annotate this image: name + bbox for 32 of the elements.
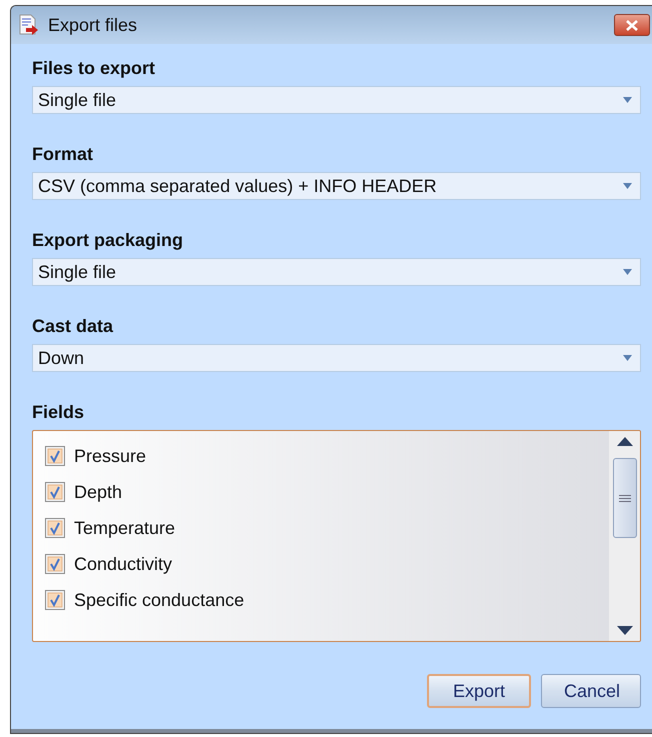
window-title: Export files (48, 14, 138, 36)
dialog-button[interactable]: Cancel (541, 674, 641, 708)
field-label: Pressure (74, 445, 146, 467)
caret-icon (623, 269, 632, 275)
checkbox[interactable] (45, 446, 65, 466)
field-label: Conductivity (74, 553, 172, 575)
dropdown[interactable]: Down (32, 344, 641, 372)
checkbox[interactable] (45, 518, 65, 538)
checkbox[interactable] (45, 590, 65, 610)
field-heading: Fields (32, 402, 86, 423)
field-heading: Export packaging (32, 230, 184, 251)
caret-icon (623, 355, 632, 361)
close-icon (625, 20, 639, 30)
checkbox[interactable] (45, 554, 65, 574)
field-heading: Cast data (32, 316, 114, 337)
field-heading: Format (32, 144, 94, 165)
field-heading: Files to export (32, 58, 156, 79)
field-label: Temperature (74, 517, 176, 539)
field-label: Depth (74, 481, 122, 503)
dialog-button[interactable]: Export (427, 674, 531, 708)
dropdown[interactable]: Single file (32, 86, 641, 114)
scroll-up-icon[interactable] (616, 437, 632, 446)
caret-icon (623, 97, 632, 103)
checkbox[interactable] (45, 482, 65, 502)
scrollbar-thumb[interactable] (612, 458, 636, 538)
close-button[interactable] (614, 14, 650, 36)
dropdown[interactable]: Single file (32, 258, 641, 286)
dropdown[interactable]: CSV (comma separated values) + INFO HEADER (32, 172, 641, 200)
field-label: Specific conductance (74, 589, 244, 611)
export-document-icon (18, 14, 40, 36)
scroll-down-icon[interactable] (616, 626, 632, 635)
caret-icon (623, 183, 632, 189)
